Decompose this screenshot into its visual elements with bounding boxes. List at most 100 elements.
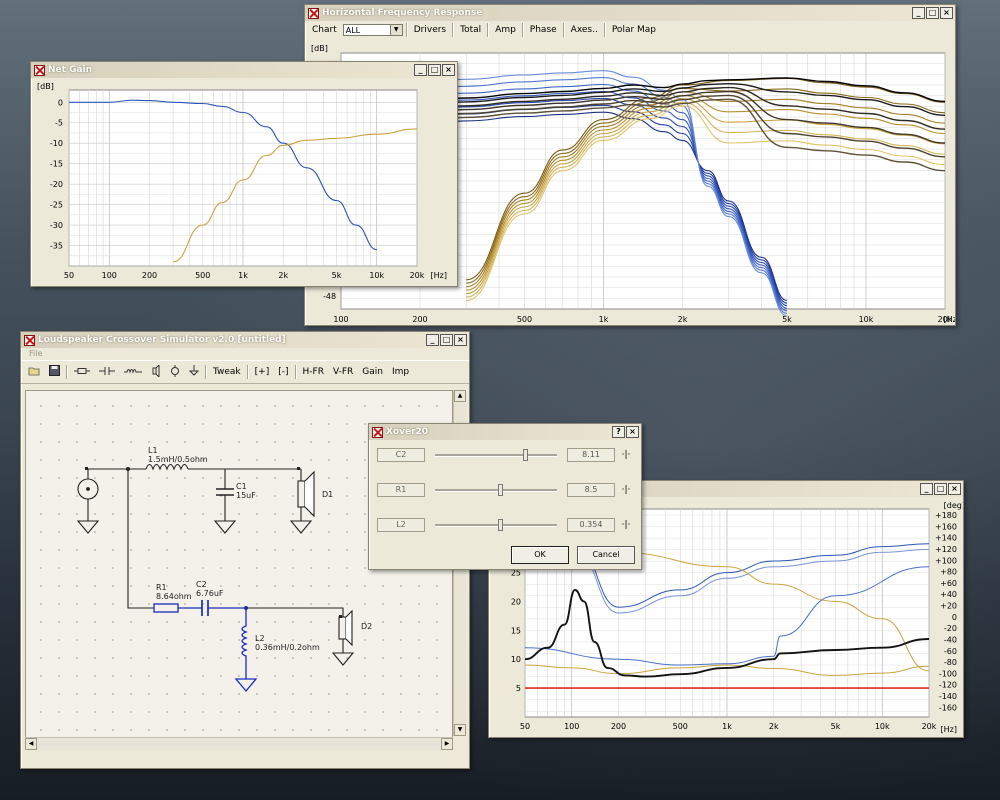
x-tick-label: 50 bbox=[64, 271, 74, 280]
minimize-icon[interactable]: _ bbox=[912, 7, 925, 19]
close-icon[interactable]: × bbox=[948, 483, 961, 495]
toolbar-divider bbox=[294, 365, 297, 379]
scroll-left-icon[interactable]: ◀ bbox=[25, 738, 37, 750]
imp-button[interactable]: Imp bbox=[389, 366, 412, 378]
slider-thumb[interactable] bbox=[498, 519, 504, 531]
ok-button[interactable]: OK bbox=[511, 546, 569, 564]
reset-arrows-icon[interactable]: ·|· bbox=[619, 450, 633, 460]
L2-name: L2 bbox=[255, 634, 265, 643]
y2-tick-label: +120 bbox=[935, 545, 957, 554]
tab-amp[interactable]: Amp bbox=[492, 24, 519, 36]
inductor-L2[interactable] bbox=[241, 608, 248, 679]
y-tick-label: 20 bbox=[511, 597, 521, 606]
close-icon[interactable]: × bbox=[454, 334, 467, 346]
net-gain-window[interactable]: Net Gain _ □ × [dB] 0 -5 -10 -15 -20 -25 -30 -3… bbox=[30, 61, 458, 287]
maximize-icon[interactable]: □ bbox=[440, 334, 453, 346]
y2-tick-label: -140 bbox=[939, 692, 957, 701]
menu-file[interactable]: File bbox=[29, 349, 42, 358]
x-tick-label: 1k bbox=[238, 271, 248, 280]
chevron-down-icon[interactable]: ▼ bbox=[389, 25, 402, 35]
driver-tool-icon[interactable] bbox=[148, 363, 164, 381]
ground-C1 bbox=[213, 520, 237, 534]
tab-total[interactable]: Total bbox=[457, 24, 484, 36]
inductor-L1[interactable] bbox=[145, 463, 189, 471]
tweak-slider[interactable] bbox=[435, 449, 557, 461]
toolbar-divider bbox=[521, 23, 524, 37]
capacitor-C2[interactable] bbox=[201, 600, 209, 616]
x-tick-label: 5k bbox=[332, 271, 342, 280]
tweak-slider[interactable] bbox=[435, 484, 557, 496]
ground-source bbox=[76, 520, 100, 534]
tab-phase[interactable]: Phase bbox=[527, 24, 560, 36]
chart-select[interactable]: ALL ▼ bbox=[342, 24, 403, 36]
reset-arrows-icon[interactable]: ·|· bbox=[619, 520, 633, 530]
maximize-icon[interactable]: □ bbox=[934, 483, 947, 495]
xover-dialog[interactable]: Xover20 ? × C2 8.11 ·|· R1 8.5 ·|· L2 0.354 ·|· … bbox=[368, 423, 642, 570]
capacitor-tool-icon[interactable] bbox=[96, 365, 118, 380]
x-tick-label: 100 bbox=[102, 271, 117, 280]
driver-D1[interactable] bbox=[297, 480, 306, 508]
y2-tick-label: +160 bbox=[935, 522, 957, 531]
close-icon[interactable]: × bbox=[940, 7, 953, 19]
close-icon[interactable]: × bbox=[626, 426, 639, 438]
menu-bar: File bbox=[21, 348, 469, 360]
zoom-out-button[interactable]: [-] bbox=[275, 366, 291, 378]
hfr-button[interactable]: H-FR bbox=[300, 366, 327, 378]
x-axis-unit: [Hz] bbox=[941, 725, 957, 734]
ground-tool-icon[interactable] bbox=[186, 364, 202, 380]
slider-thumb[interactable] bbox=[498, 484, 504, 496]
slider-thumb[interactable] bbox=[522, 449, 528, 461]
x-tick-label: 100 bbox=[564, 722, 579, 731]
minimize-icon[interactable]: _ bbox=[414, 64, 427, 76]
window-title: Loudspeaker Crossover Simulator v2.0 [un… bbox=[38, 335, 286, 345]
x-tick-label: 2k bbox=[278, 271, 288, 280]
source-tool-icon[interactable] bbox=[167, 364, 183, 381]
zoom-in-button[interactable]: [+] bbox=[252, 366, 273, 378]
xover-titlebar[interactable]: Xover20 ? × bbox=[369, 424, 641, 440]
y-tick-label: 10 bbox=[511, 655, 521, 664]
close-icon[interactable]: × bbox=[442, 64, 455, 76]
horizontal-scrollbar[interactable]: ◀ ▶ bbox=[25, 737, 453, 750]
help-icon[interactable]: ? bbox=[612, 426, 625, 438]
scroll-up-icon[interactable]: ▲ bbox=[454, 390, 466, 402]
minimize-icon[interactable]: _ bbox=[920, 483, 933, 495]
tweak-slider[interactable] bbox=[435, 519, 557, 531]
open-folder-icon[interactable] bbox=[25, 365, 43, 380]
gain-button[interactable]: Gain bbox=[359, 366, 386, 378]
tab-drivers[interactable]: Drivers bbox=[411, 24, 449, 36]
y2-tick-label: -100 bbox=[939, 669, 957, 678]
x-tick-label: 1k bbox=[722, 722, 732, 731]
maximize-icon[interactable]: □ bbox=[428, 64, 441, 76]
inductor-tool-icon[interactable] bbox=[121, 366, 145, 379]
D1-name: D1 bbox=[322, 490, 333, 499]
scroll-down-icon[interactable]: ▼ bbox=[454, 724, 466, 736]
simulator-titlebar[interactable]: Loudspeaker Crossover Simulator v2.0 [un… bbox=[21, 332, 469, 348]
save-disk-icon[interactable] bbox=[46, 364, 63, 380]
tab-polar-map[interactable]: Polar Map bbox=[609, 24, 659, 36]
y2-axis-unit: [deg] bbox=[944, 501, 963, 510]
x-tick-label: 200 bbox=[142, 271, 157, 280]
y2-tick-label: +100 bbox=[935, 556, 957, 565]
maximize-icon[interactable]: □ bbox=[926, 7, 939, 19]
resistor-R1[interactable] bbox=[153, 603, 179, 613]
reset-arrows-icon[interactable]: ·|· bbox=[619, 485, 633, 495]
minimize-icon[interactable]: _ bbox=[426, 334, 439, 346]
L1-name: L1 bbox=[148, 446, 158, 455]
y2-tick-label: +40 bbox=[940, 590, 957, 599]
C2-value: 6.76uF bbox=[196, 589, 224, 598]
scroll-right-icon[interactable]: ▶ bbox=[441, 738, 453, 750]
tweak-button[interactable]: Tweak bbox=[210, 366, 244, 378]
net-gain-titlebar[interactable]: Net Gain _ □ × bbox=[31, 62, 457, 78]
y-tick-label: -35 bbox=[50, 242, 63, 251]
vfr-button[interactable]: V-FR bbox=[330, 366, 356, 378]
app-logo-icon bbox=[372, 426, 383, 438]
tab-axes[interactable]: Axes.. bbox=[568, 24, 601, 36]
net-gain-chart[interactable]: [dB] 0 -5 -10 -15 -20 -25 -30 -35 50 100 200 500 1k… bbox=[31, 78, 457, 286]
frequency-response-titlebar[interactable]: Horizontal Frequency Response _ □ × bbox=[305, 5, 955, 21]
driver-D2[interactable] bbox=[338, 616, 347, 640]
slider-track bbox=[435, 454, 557, 457]
capacitor-C1[interactable] bbox=[216, 488, 234, 496]
resistor-tool-icon[interactable] bbox=[71, 366, 93, 379]
y-tick-label: 15 bbox=[511, 626, 521, 635]
cancel-button[interactable]: Cancel bbox=[577, 546, 635, 564]
